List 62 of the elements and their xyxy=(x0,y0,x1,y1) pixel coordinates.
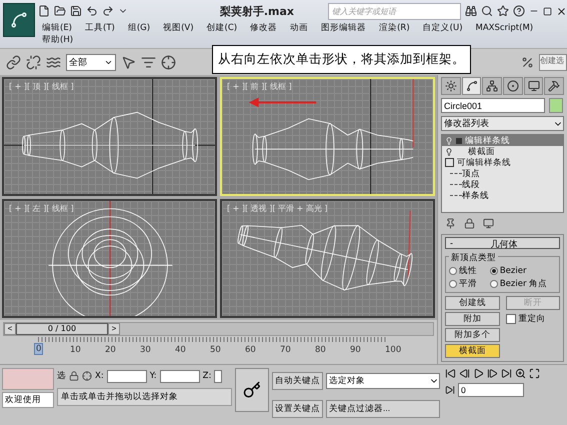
x-label: X: xyxy=(95,371,104,381)
vertex-type-radio[interactable]: 线性 xyxy=(449,265,486,277)
y-label: Y: xyxy=(150,371,157,381)
selection-label: 选 xyxy=(57,370,66,382)
vertex-type-radio[interactable]: Bezier xyxy=(490,265,556,277)
menu-item[interactable]: 动画 xyxy=(290,22,308,34)
modifier-stack-item[interactable]: 可编辑样条线 xyxy=(442,157,563,168)
z-label: Z: xyxy=(202,371,212,381)
auto-key-button[interactable]: 自动关键点 xyxy=(272,372,323,390)
vertex-type-radio[interactable]: Bezier 角点 xyxy=(490,278,556,290)
frame-tick-label: 30 xyxy=(139,345,152,355)
menu-item[interactable]: 工具(T) xyxy=(85,22,115,34)
set-key-button[interactable]: 设置关键点 xyxy=(272,400,323,418)
instruction-callout: 从右向左依次单击形状，将其添加到框架。 xyxy=(212,45,471,74)
menu-item[interactable]: 自定义(U) xyxy=(422,22,463,34)
geometry-button[interactable]: 创建线 xyxy=(445,296,500,310)
frame-tick-label: 0 xyxy=(34,343,44,355)
menu-item[interactable]: 组(G) xyxy=(128,22,150,34)
vertex-type-radio[interactable]: 平滑 xyxy=(449,278,486,290)
sub-object-item[interactable]: 样条线 xyxy=(442,190,563,201)
previous-frame-button[interactable]: < xyxy=(4,322,16,334)
frame-tick-label: 70 xyxy=(279,345,292,355)
selection-filter-dropdown[interactable]: 全部 xyxy=(66,54,116,70)
time-slider-thumb[interactable]: 0 / 100 xyxy=(16,322,108,334)
menu-item[interactable]: 修改器 xyxy=(250,22,278,34)
group-title: 新顶点类型 xyxy=(449,252,498,264)
frame-tick-label: 90 xyxy=(349,345,362,355)
object-name-field[interactable]: Circle001 xyxy=(441,98,545,113)
window-title: 梨荚射手.max xyxy=(220,4,294,18)
prompt-text: 单击或单击并拖动以选择对象 xyxy=(57,388,232,406)
modifier-stack-item[interactable]: 横截面 xyxy=(442,146,563,157)
geometry-button[interactable]: 附加多个 xyxy=(445,328,500,342)
frame-tick-label: 20 xyxy=(104,345,117,355)
key-mode-dropdown[interactable]: 选定对象 xyxy=(326,372,440,389)
sub-object-item[interactable]: 线段 xyxy=(442,179,563,190)
search-field[interactable]: 键入关键字或短语 xyxy=(328,2,461,20)
reorient-checkbox[interactable]: 重定向 xyxy=(506,313,560,325)
geometry-rollout-header[interactable]: - 几何体 xyxy=(445,237,560,249)
modifier-stack-item[interactable]: 编辑样条线 xyxy=(442,135,563,146)
sub-object-item[interactable]: 顶点 xyxy=(442,168,563,179)
next-frame-button[interactable]: > xyxy=(108,322,120,334)
menu-item[interactable]: 帮助(H) xyxy=(42,34,74,46)
key-filters-button[interactable]: 关键点过滤器... xyxy=(326,400,440,418)
frame-field[interactable]: 0 xyxy=(458,383,524,397)
frame-tick-label: 60 xyxy=(244,345,257,355)
frame-tick-label: 40 xyxy=(174,345,187,355)
modifier-list-dropdown[interactable]: 修改器列表 xyxy=(441,116,564,131)
menu-item[interactable]: MAXScript(M) xyxy=(476,22,534,34)
frame-tick-label: 50 xyxy=(209,345,222,355)
geometry-button[interactable]: 附加 xyxy=(445,312,500,326)
menu-item[interactable]: 编辑(E) xyxy=(42,22,72,34)
frame-tick-label: 10 xyxy=(69,345,82,355)
menu-item[interactable]: 视图(V) xyxy=(163,22,194,34)
time-slider-track[interactable]: < 0 / 100 > xyxy=(3,322,434,336)
named-selection-field[interactable]: 创建选 xyxy=(539,54,567,70)
welcome-text: 欢迎使用 xyxy=(2,392,54,408)
frame-tick-label: 80 xyxy=(314,345,327,355)
menu-item[interactable]: 渲染(R) xyxy=(379,22,410,34)
menu-item[interactable]: 创建(C) xyxy=(206,22,238,34)
geometry-button[interactable]: 横截面 xyxy=(445,344,500,358)
menu-item[interactable]: 图形编辑器 xyxy=(321,22,366,34)
frame-tick-label: 100 xyxy=(384,345,402,355)
